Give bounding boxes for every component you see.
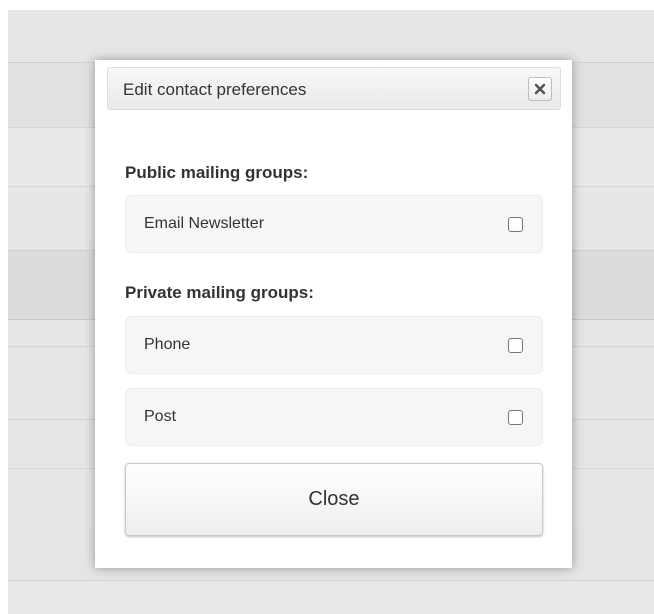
dialog-title: Edit contact preferences (123, 80, 307, 99)
option-label: Post (144, 408, 177, 425)
private-groups-heading: Private mailing groups: (125, 283, 314, 302)
phone-checkbox[interactable] (508, 338, 523, 353)
background-row (8, 580, 654, 614)
close-button[interactable]: Close (125, 463, 543, 536)
contact-preferences-dialog: Edit contact preferences Public mailing … (95, 60, 572, 568)
close-icon (534, 83, 546, 95)
option-label: Phone (144, 336, 191, 353)
dialog-header: Edit contact preferences (107, 67, 561, 110)
phone-option[interactable]: Phone (125, 316, 543, 374)
post-option[interactable]: Post (125, 388, 543, 446)
email-newsletter-checkbox[interactable] (508, 217, 523, 232)
close-dialog-button[interactable] (528, 77, 552, 101)
option-label: Email Newsletter (144, 215, 265, 232)
email-newsletter-option[interactable]: Email Newsletter (125, 195, 543, 253)
background-row (8, 10, 654, 62)
public-groups-heading: Public mailing groups: (125, 163, 309, 182)
post-checkbox[interactable] (508, 410, 523, 425)
